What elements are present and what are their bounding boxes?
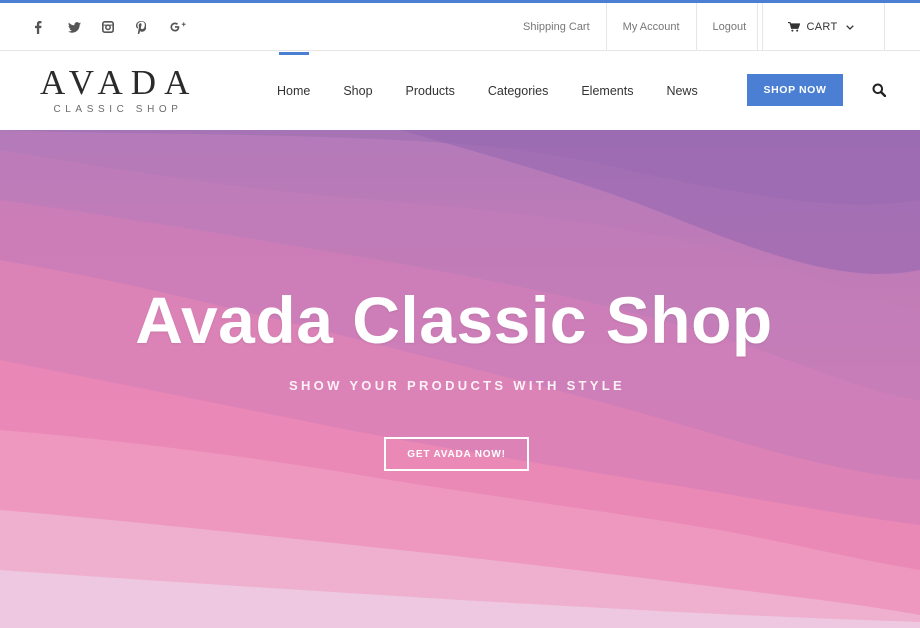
cart-label: CART xyxy=(806,21,838,33)
nav-shop[interactable]: Shop xyxy=(343,52,372,130)
hero-banner: Avada Classic Shop SHOW YOUR PRODUCTS WI… xyxy=(0,130,920,628)
site-logo[interactable]: AVADA CLASSIC SHOP xyxy=(36,63,198,115)
main-nav: Home Shop Products Categories Elements N… xyxy=(260,52,698,130)
nav-elements[interactable]: Elements xyxy=(581,52,633,130)
hero-subtitle: SHOW YOUR PRODUCTS WITH STYLE xyxy=(289,378,625,393)
logo-main-text: AVADA xyxy=(40,63,198,102)
nav-categories[interactable]: Categories xyxy=(488,52,548,130)
pinterest-icon[interactable] xyxy=(136,3,170,51)
nav-products[interactable]: Products xyxy=(406,52,455,130)
my-account-link[interactable]: My Account xyxy=(607,3,697,51)
twitter-icon[interactable] xyxy=(68,3,102,51)
shipping-cart-link[interactable]: Shipping Cart xyxy=(507,3,607,51)
chevron-down-icon xyxy=(846,24,855,30)
get-avada-now-button[interactable]: GET AVADA NOW! xyxy=(384,437,529,471)
facebook-icon[interactable] xyxy=(34,3,68,51)
social-links xyxy=(34,3,204,51)
hero-title: Avada Classic Shop xyxy=(135,283,773,357)
logo-sub-text: CLASSIC SHOP xyxy=(53,104,183,115)
cart-dropdown[interactable]: CART xyxy=(757,3,885,51)
instagram-icon[interactable] xyxy=(102,3,136,51)
nav-news[interactable]: News xyxy=(666,52,697,130)
search-icon[interactable] xyxy=(872,83,887,98)
top-bar: Shipping Cart My Account Logout CART xyxy=(0,3,920,51)
top-links: Shipping Cart My Account Logout xyxy=(507,3,764,51)
nav-home[interactable]: Home xyxy=(277,52,310,130)
shop-now-button[interactable]: SHOP NOW xyxy=(747,74,843,106)
main-header: AVADA CLASSIC SHOP Home Shop Products Ca… xyxy=(0,52,920,130)
google-plus-icon[interactable] xyxy=(170,3,204,51)
logout-link[interactable]: Logout xyxy=(697,3,764,51)
shopping-cart-icon xyxy=(787,22,800,32)
